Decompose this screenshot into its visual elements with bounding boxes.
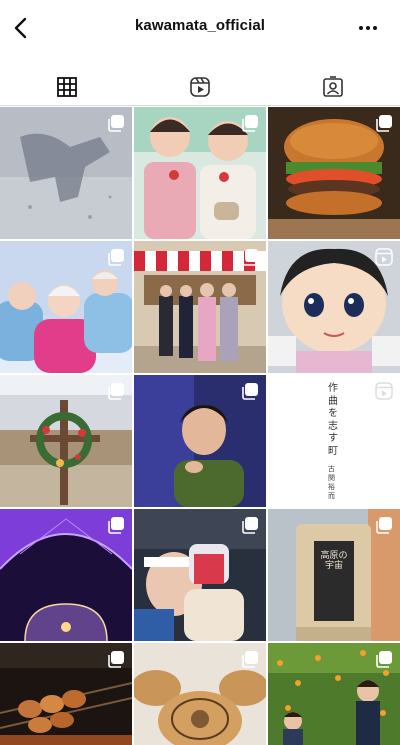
post-thumbnail-wreath[interactable] xyxy=(0,375,132,507)
carousel-icon xyxy=(242,383,258,400)
carousel-icon xyxy=(242,651,258,668)
post-thumbnail-mascot[interactable] xyxy=(268,241,400,373)
carousel-icon xyxy=(376,651,392,668)
carousel-icon xyxy=(242,115,258,132)
tab-reels[interactable] xyxy=(133,68,266,106)
reels-icon xyxy=(375,248,393,266)
text-card-column-2: 古関裕而 xyxy=(328,465,335,500)
tabs-divider xyxy=(0,105,400,106)
post-thumbnail-flower-field[interactable] xyxy=(268,643,400,745)
post-thumbnail-stamped-buns[interactable] xyxy=(134,643,266,745)
reels-icon xyxy=(375,382,393,400)
more-horizontal-icon xyxy=(359,26,377,30)
post-thumbnail-purple-dome[interactable] xyxy=(0,509,132,641)
app-header: kawamata_official xyxy=(0,0,400,56)
reels-icon xyxy=(189,77,210,97)
product-label-text: 高原の宇宙 xyxy=(320,551,348,571)
carousel-icon xyxy=(108,517,124,534)
carousel-icon xyxy=(376,115,392,132)
tagged-icon xyxy=(323,76,343,97)
more-options-button[interactable] xyxy=(354,16,382,40)
profile-tabs xyxy=(0,68,400,106)
post-thumbnail-kids-snow[interactable] xyxy=(0,241,132,373)
post-thumbnail-child-blue[interactable] xyxy=(134,375,266,507)
carousel-icon xyxy=(242,517,258,534)
grid-icon xyxy=(56,77,77,97)
carousel-icon xyxy=(242,249,258,266)
tab-tagged[interactable] xyxy=(266,68,400,106)
carousel-icon xyxy=(108,383,124,400)
post-thumbnail-shadow[interactable] xyxy=(0,107,132,239)
profile-username-title: kawamata_official xyxy=(134,17,266,34)
carousel-icon xyxy=(376,517,392,534)
post-thumbnail-text-card[interactable]: 作曲を志す町 古関裕而 xyxy=(268,375,400,507)
post-thumbnail-kimono-group[interactable] xyxy=(134,241,266,373)
post-thumbnail-product-bag[interactable]: 高原の宇宙 xyxy=(268,509,400,641)
text-card-column-1: 作曲を志す町 xyxy=(328,383,338,457)
post-thumbnail-girls-strawberries[interactable] xyxy=(134,107,266,239)
carousel-icon xyxy=(108,249,124,266)
tab-posts[interactable] xyxy=(0,68,133,106)
post-thumbnail-child-festival[interactable] xyxy=(134,509,266,641)
post-thumbnail-yakitori[interactable] xyxy=(0,643,132,745)
carousel-icon xyxy=(108,651,124,668)
carousel-icon xyxy=(108,115,124,132)
post-thumbnail-hamburger[interactable] xyxy=(268,107,400,239)
